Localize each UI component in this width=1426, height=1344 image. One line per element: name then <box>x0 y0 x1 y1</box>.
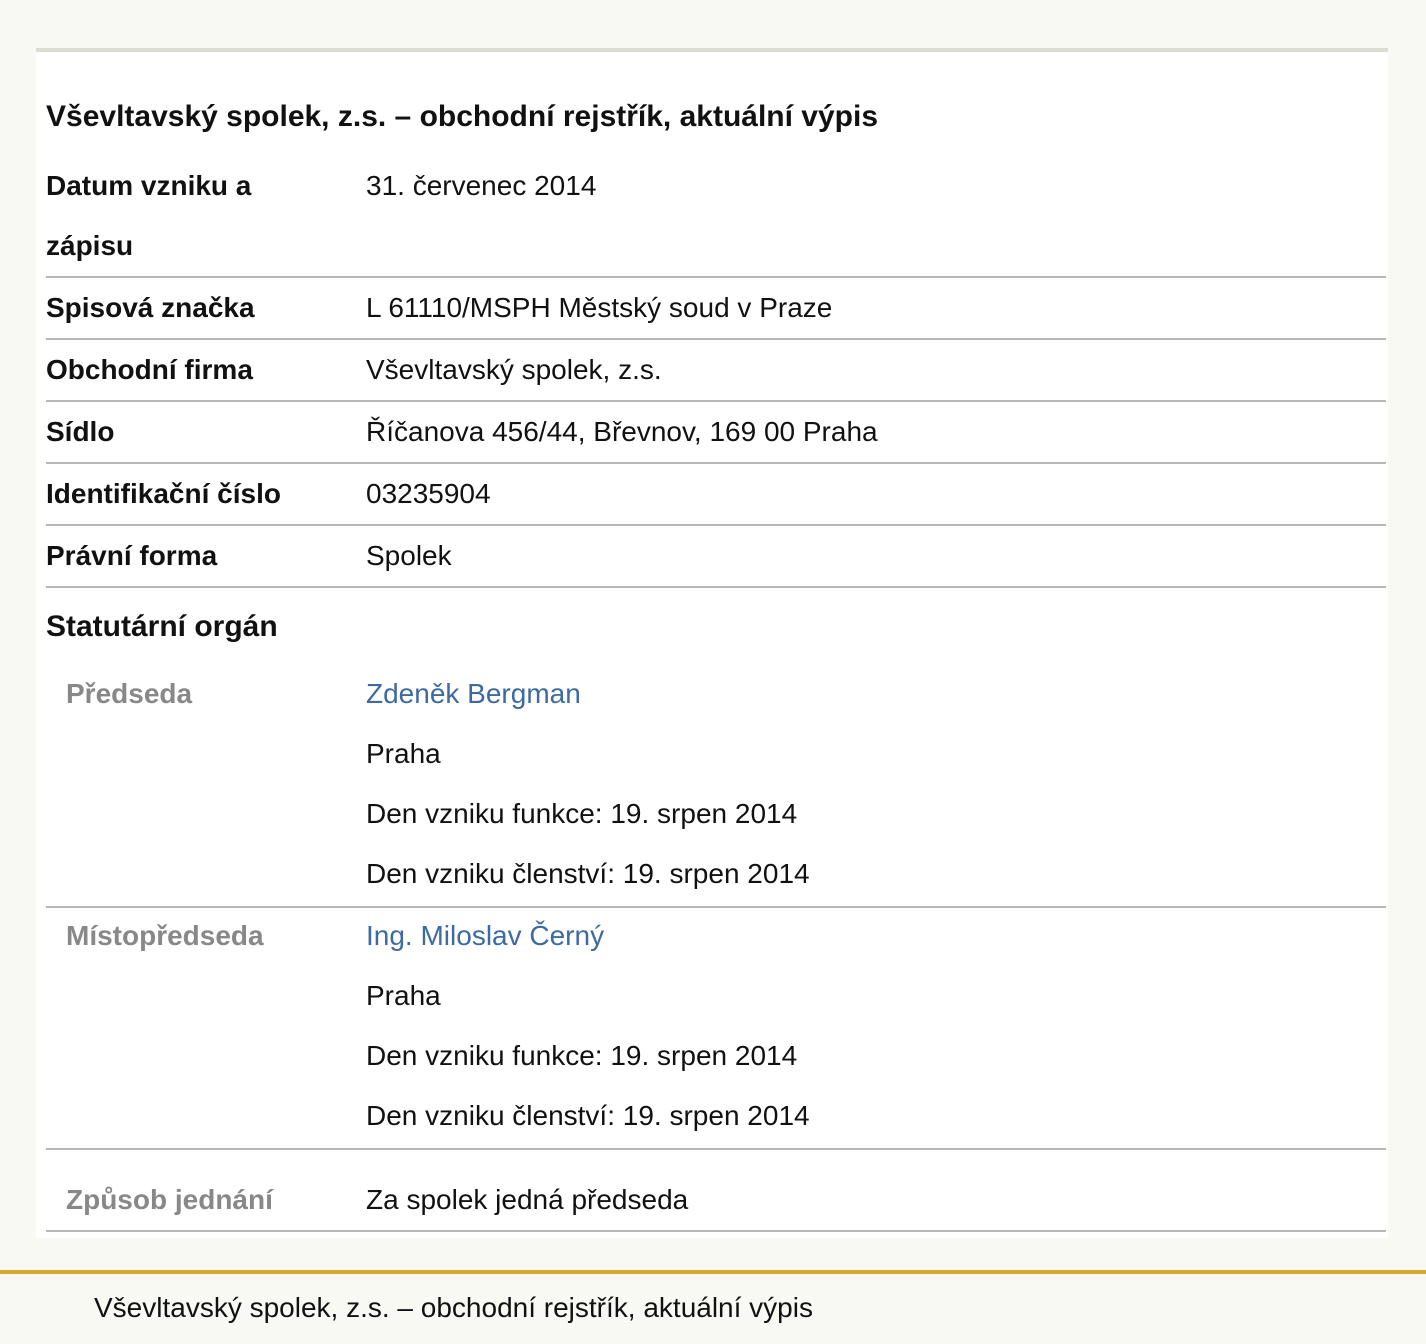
chairman-city: Praha <box>366 738 441 769</box>
founding-date-label: Datum vzniku a zápisu <box>46 156 346 276</box>
id-number-value: 03235904 <box>366 478 491 509</box>
vice-chairman-city: Praha <box>366 980 441 1011</box>
vice-chairman-function-start: Den vzniku funkce: 19. srpen 2014 <box>366 1040 798 1071</box>
conduct-value: Za spolek jedná předseda <box>366 1184 689 1215</box>
row-founding-date: Datum vzniku a zápisu 31. červenec 2014 <box>46 156 1386 278</box>
row-conduct: Způsob jednání Za spolek jedná předseda <box>46 1150 1386 1232</box>
vice-chairman-name-link[interactable]: Ing. Miloslav Černý <box>366 906 810 966</box>
row-vice-chairman: Místopředseda Ing. Miloslav Černý Praha … <box>46 906 1386 1150</box>
chairman-function-start: Den vzniku funkce: 19. srpen 2014 <box>366 798 798 829</box>
chairman-name-link[interactable]: Zdeněk Bergman <box>366 664 810 724</box>
vice-chairman-details: Ing. Miloslav Černý Praha Den vzniku fun… <box>366 906 810 1146</box>
founding-date-label-line2: zápisu <box>46 230 134 261</box>
seat-value: Říčanova 456/44, Břevnov, 169 00 Praha <box>366 416 878 447</box>
legal-form-label: Právní forma <box>46 540 218 571</box>
legal-form-value: Spolek <box>366 540 452 571</box>
row-id-number: Identifikační číslo 03235904 <box>46 464 1386 526</box>
page-title: Vševltavský spolek, z.s. – obchodní rejs… <box>46 100 879 133</box>
chairman-membership-start: Den vzniku členství: 19. srpen 2014 <box>366 858 810 889</box>
conduct-label: Způsob jednání <box>66 1184 273 1215</box>
file-number-label: Spisová značka <box>46 292 255 323</box>
seat-label: Sídlo <box>46 416 115 447</box>
company-name-label: Obchodní firma <box>46 354 253 385</box>
id-number-label: Identifikační číslo <box>46 478 281 509</box>
founding-date-label-line1: Datum vzniku a <box>46 170 252 201</box>
row-legal-form: Právní forma Spolek <box>46 526 1386 588</box>
chairman-details: Zdeněk Bergman Praha Den vzniku funkce: … <box>366 664 810 904</box>
registry-panel: Vševltavský spolek, z.s. – obchodní rejs… <box>36 48 1388 1238</box>
page-footer: Vševltavský spolek, z.s. – obchodní rejs… <box>0 1270 1426 1344</box>
row-seat: Sídlo Říčanova 456/44, Břevnov, 169 00 P… <box>46 402 1386 464</box>
row-file-number: Spisová značka L 61110/MSPH Městský soud… <box>46 278 1386 340</box>
founding-date-value: 31. červenec 2014 <box>366 170 597 201</box>
statutory-heading: Statutární orgán <box>46 610 278 643</box>
row-company-name: Obchodní firma Vševltavský spolek, z.s. <box>46 340 1386 402</box>
footer-text: Vševltavský spolek, z.s. – obchodní rejs… <box>94 1292 813 1323</box>
row-chairman: Předseda Zdeněk Bergman Praha Den vzniku… <box>46 664 1386 908</box>
vice-chairman-membership-start: Den vzniku členství: 19. srpen 2014 <box>366 1100 810 1131</box>
company-name-value: Vševltavský spolek, z.s. <box>366 354 662 385</box>
chairman-role: Předseda <box>66 678 193 709</box>
vice-chairman-role: Místopředseda <box>66 920 264 951</box>
file-number-value: L 61110/MSPH Městský soud v Praze <box>366 292 833 323</box>
